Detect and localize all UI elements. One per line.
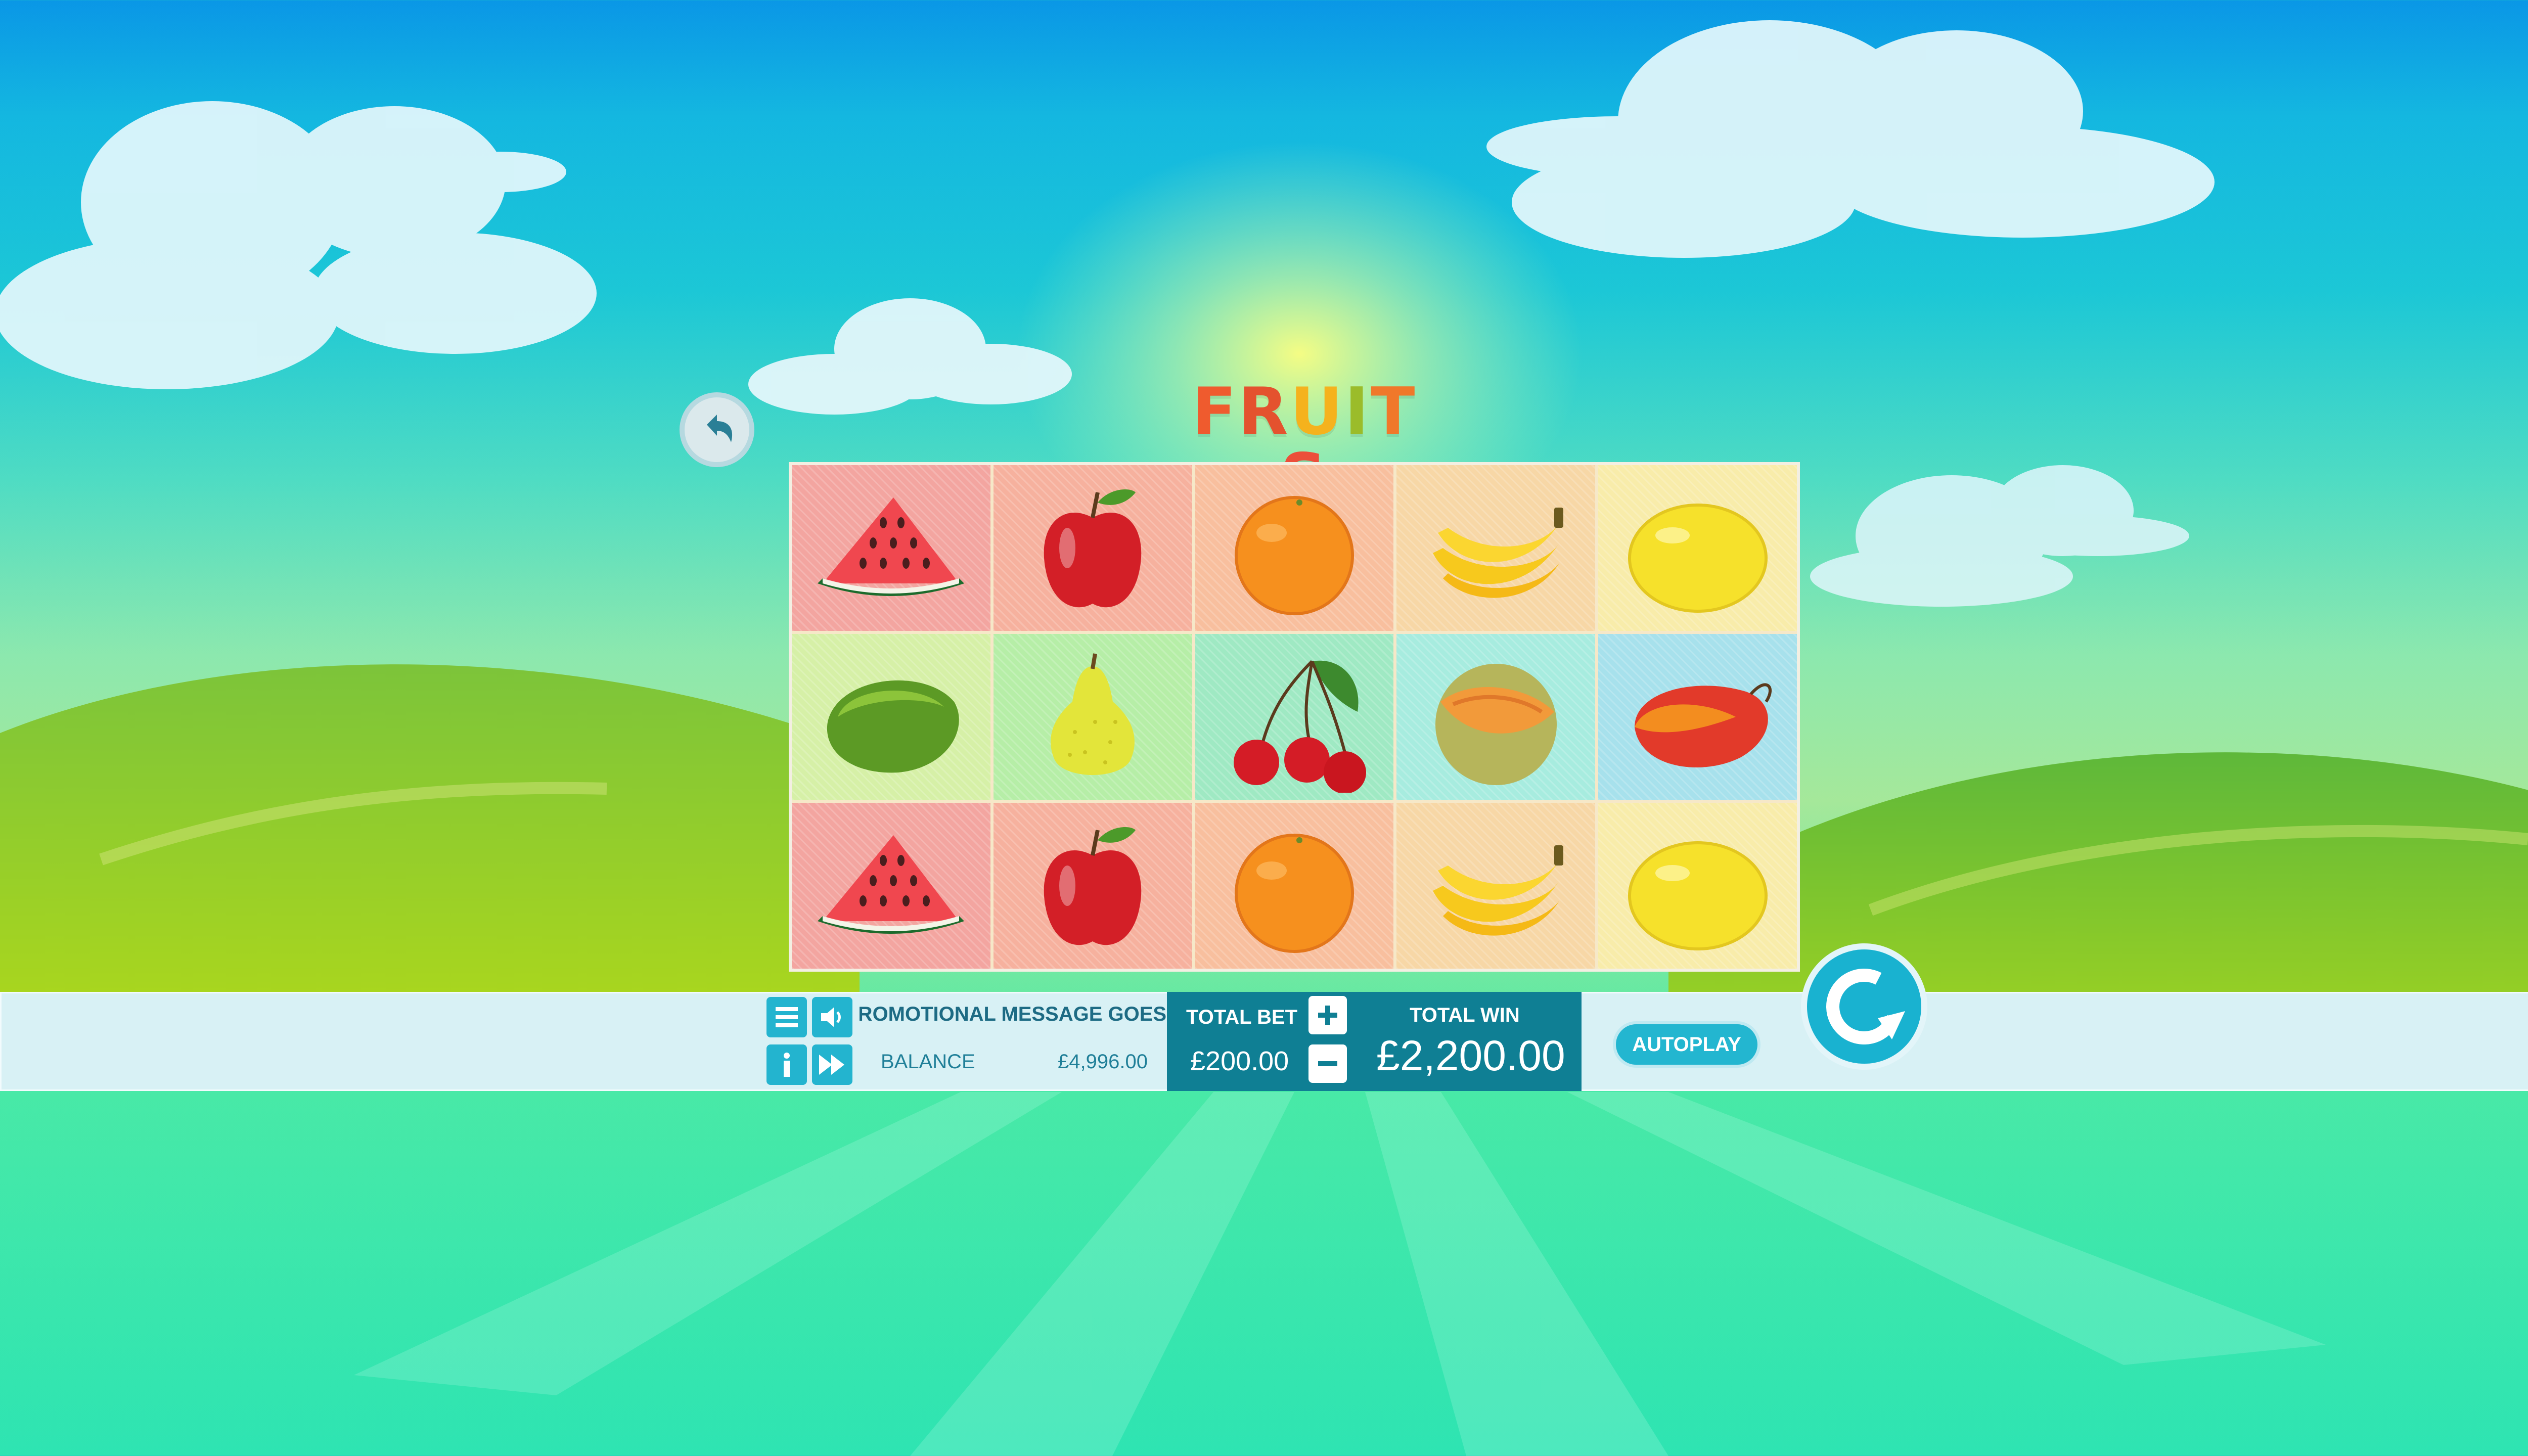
increase-bet-button[interactable] [1308,996,1347,1034]
reel-cell [1195,465,1394,631]
fast-forward-button[interactable] [812,1044,852,1085]
balance-value: £4,996.00 [1058,1051,1148,1073]
total-win-value: £2,200.00 [1376,1032,1565,1079]
total-win-label: TOTAL WIN [1410,1004,1520,1026]
orange-icon [1234,834,1354,953]
reel-cell [792,465,990,631]
info-icon [784,1053,790,1077]
reel-cell [1195,803,1394,969]
reel-cell [993,634,1192,800]
back-button[interactable] [680,392,754,467]
menu-button[interactable] [766,997,807,1037]
watermelon-icon [818,497,965,596]
lemon-icon [1628,841,1768,950]
apple-icon [1044,827,1142,945]
reel-cell [993,465,1192,631]
minus-icon [1318,1061,1337,1066]
logo-letter: I [1344,374,1371,449]
total-bet-value: £200.00 [1190,1046,1289,1076]
reel-cell [1396,803,1596,969]
reel-cell [792,803,990,969]
reel-cell [1598,803,1797,969]
reel-cell [993,803,1192,969]
reel-cell [1396,634,1596,800]
cherry-icon [1233,660,1366,793]
menu-icon [776,1007,798,1027]
balance-label: BALANCE [881,1051,975,1073]
papaya-icon [827,680,960,773]
watermelon-icon [818,835,965,934]
plus-icon [1318,1006,1337,1025]
promo-message: PROMOTIONAL MESSAGE GOES HERE [860,1003,1166,1025]
info-button[interactable] [766,1044,807,1085]
reel-cell [1598,634,1797,800]
logo-letter: U [1290,374,1345,449]
reel-grid [789,462,1800,972]
logo-letter: R [1238,374,1290,449]
decrease-bet-button[interactable] [1308,1044,1347,1083]
logo-letter: F [1192,374,1238,449]
lemon-icon [1628,504,1768,613]
game-logo: FRUITS [1178,374,1431,511]
reel-cell [1396,465,1596,631]
cloud-small-right [1810,465,2189,607]
logo-letter: T [1371,374,1417,449]
cantaloupe-icon [1435,664,1557,785]
cloud-top-right [1486,20,2215,258]
reel-cell [792,634,990,800]
speaker-icon [821,1007,841,1027]
orange-icon [1234,496,1354,615]
promo-marquee: PROMOTIONAL MESSAGE GOES HERE [860,996,1166,1039]
spin-arrow-icon [1826,969,1905,1044]
banana-icon [1432,508,1563,598]
fast-forward-icon [819,1055,844,1075]
mango-icon [1634,683,1772,767]
spin-button[interactable] [1801,943,1927,1070]
reel-cell [1598,465,1797,631]
hill-left [0,664,860,1001]
pear-icon [1051,653,1135,775]
sound-button[interactable] [812,997,852,1037]
back-arrow-icon [707,415,733,442]
cloud-left [0,101,597,389]
autoplay-button[interactable]: AUTOPLAY [1613,1021,1760,1068]
reel-cell [1195,634,1394,800]
apple-icon [1044,489,1142,608]
banana-icon [1432,845,1563,936]
total-bet-label: TOTAL BET [1186,1006,1297,1028]
